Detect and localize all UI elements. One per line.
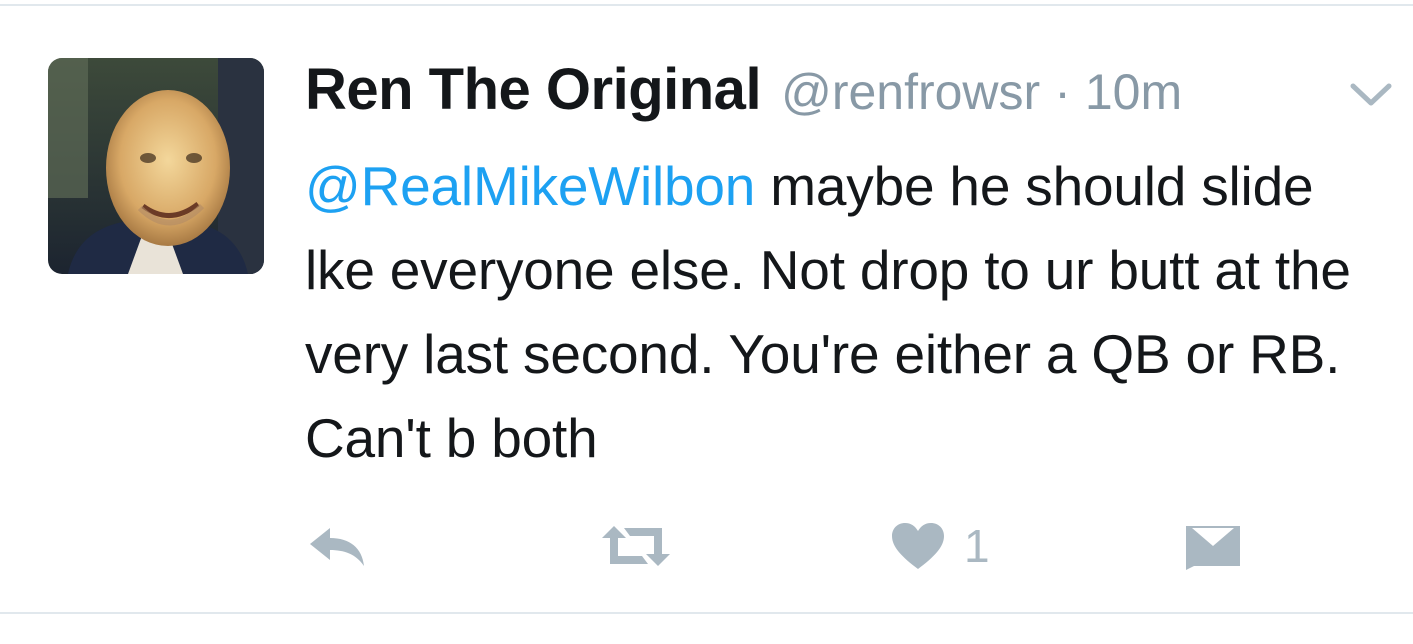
mention-link[interactable]: @RealMikeWilbon [305,155,755,217]
reply-button[interactable] [306,514,368,578]
retweet-icon [602,526,670,566]
avatar[interactable] [48,58,264,274]
tweet-text: @RealMikeWilbon maybe he should slide lk… [305,144,1385,480]
separator-dot: · [1054,64,1071,120]
avatar-photo [48,58,264,274]
bottom-divider [0,612,1413,614]
tweet-header: Ren The Original @renfrowsr · 10m [305,56,1182,123]
user-handle[interactable]: @renfrowsr [781,63,1040,121]
retweet-button[interactable] [598,514,674,578]
direct-message-button[interactable] [1184,514,1242,578]
reply-icon [310,528,364,566]
tweet-card[interactable]: Ren The Original @renfrowsr · 10m @RealM… [0,6,1413,612]
like-button[interactable]: 1 [890,514,990,578]
timestamp[interactable]: 10m [1085,63,1182,121]
like-count: 1 [964,520,990,572]
action-bar: 1 [0,514,1413,578]
chevron-down-icon[interactable] [1350,82,1392,108]
heart-icon [892,523,944,569]
display-name[interactable]: Ren The Original [305,56,762,123]
direct-message-icon [1186,526,1240,570]
